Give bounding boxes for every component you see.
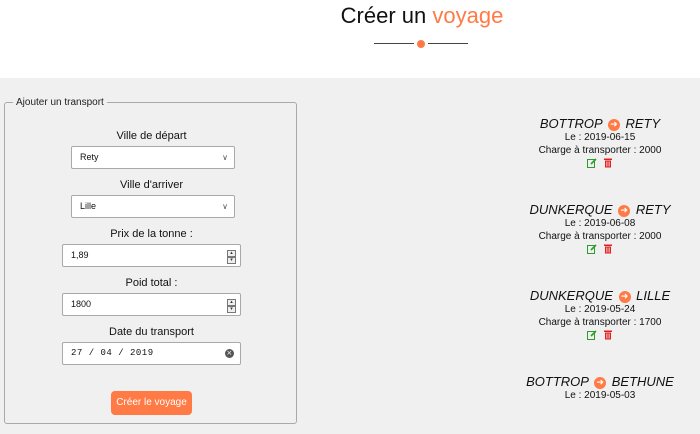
trip-list: BOTTROP ➜ RETY Le : 2019-06-15 Charge à … xyxy=(500,78,700,434)
add-transport-form: Ajouter un transport Ville de départ Ret… xyxy=(4,97,297,424)
spin-down-icon[interactable]: ▾ xyxy=(227,306,236,313)
trash-icon[interactable] xyxy=(603,158,613,168)
divider-line-right xyxy=(428,43,468,44)
trip-date: Le : 2019-05-24 xyxy=(564,304,636,315)
trip-to: RETY xyxy=(635,202,671,217)
trip-date: Le : 2019-05-03 xyxy=(564,390,636,401)
trip-date: Le : 2019-06-08 xyxy=(564,218,636,229)
arrow-right-circle-icon: ➜ xyxy=(607,119,620,131)
trip-item: BOTTROP ➜ BETHUNE Le : 2019-05-03 xyxy=(500,374,700,402)
trip-actions xyxy=(500,158,700,170)
date-value: 27 / 04 / 2019 xyxy=(71,348,154,358)
trip-route: BOTTROP ➜ BETHUNE xyxy=(500,374,700,389)
trip-actions xyxy=(500,244,700,256)
edit-icon[interactable] xyxy=(586,244,597,254)
trip-to: LILLE xyxy=(636,288,671,303)
divider-dot xyxy=(417,40,425,48)
price-spinner[interactable]: ▴ ▾ xyxy=(227,250,236,264)
spin-up-icon[interactable]: ▴ xyxy=(227,299,236,306)
edit-icon[interactable] xyxy=(586,330,597,340)
trash-icon[interactable] xyxy=(603,244,613,254)
trip-date: Le : 2019-06-15 xyxy=(564,132,636,143)
arrow-right-circle-icon: ➜ xyxy=(618,205,631,217)
weight-spinner[interactable]: ▴ ▾ xyxy=(227,299,236,313)
title-accent: voyage xyxy=(432,3,504,28)
trip-from: DUNKERQUE xyxy=(529,202,613,217)
clear-icon[interactable]: × xyxy=(225,349,234,358)
trash-icon[interactable] xyxy=(603,330,613,340)
date-label: Date du transport xyxy=(109,326,194,338)
trip-actions xyxy=(500,330,700,342)
departure-label: Ville de départ xyxy=(116,130,187,142)
form-legend: Ajouter un transport xyxy=(16,97,104,108)
weight-value: 1800 xyxy=(71,299,92,309)
trip-to: BETHUNE xyxy=(611,374,674,389)
date-input[interactable]: 27 / 04 / 2019 × xyxy=(62,342,241,365)
trip-item: DUNKERQUE ➜ LILLE Le : 2019-05-24 Charge… xyxy=(500,288,700,342)
page-title: Créer un voyage xyxy=(0,3,700,29)
edit-icon[interactable] xyxy=(586,158,597,168)
page-header: Créer un voyage xyxy=(0,0,700,78)
weight-input[interactable]: 1800 ▴ ▾ xyxy=(62,293,241,316)
chevron-down-icon: ∨ xyxy=(222,153,228,162)
chevron-down-icon: ∨ xyxy=(222,202,228,211)
trip-from: DUNKERQUE xyxy=(529,288,613,303)
price-input[interactable]: 1,89 ▴ ▾ xyxy=(62,244,241,267)
price-value: 1,89 xyxy=(71,250,89,260)
title-text: Créer un xyxy=(340,3,427,28)
divider-line-left xyxy=(374,43,414,44)
title-divider xyxy=(374,40,468,48)
arrow-right-circle-icon: ➜ xyxy=(594,377,607,389)
trip-from: BOTTROP xyxy=(539,116,603,131)
trip-route: DUNKERQUE ➜ LILLE xyxy=(500,288,700,303)
trip-item: DUNKERQUE ➜ RETY Le : 2019-06-08 Charge … xyxy=(500,202,700,256)
trip-item: BOTTROP ➜ RETY Le : 2019-06-15 Charge à … xyxy=(500,116,700,170)
price-label: Prix de la tonne : xyxy=(110,228,193,240)
spin-up-icon[interactable]: ▴ xyxy=(227,250,236,257)
arrow-right-circle-icon: ➜ xyxy=(618,291,631,303)
spin-down-icon[interactable]: ▾ xyxy=(227,257,236,264)
trip-to: RETY xyxy=(625,116,661,131)
departure-select[interactable]: Rety ∨ xyxy=(71,146,235,169)
arrival-label: Ville d'arriver xyxy=(119,179,184,191)
main-content: Ajouter un transport Ville de départ Ret… xyxy=(0,78,700,434)
trip-route: DUNKERQUE ➜ RETY xyxy=(500,202,700,217)
trip-route: BOTTROP ➜ RETY xyxy=(500,116,700,131)
departure-value: Rety xyxy=(80,152,99,162)
create-trip-button[interactable]: Créer le voyage xyxy=(111,391,192,415)
arrival-select[interactable]: Lille ∨ xyxy=(71,195,235,218)
arrival-value: Lille xyxy=(80,201,97,211)
trip-from: BOTTROP xyxy=(526,374,589,389)
weight-label: Poid total : xyxy=(125,277,178,289)
